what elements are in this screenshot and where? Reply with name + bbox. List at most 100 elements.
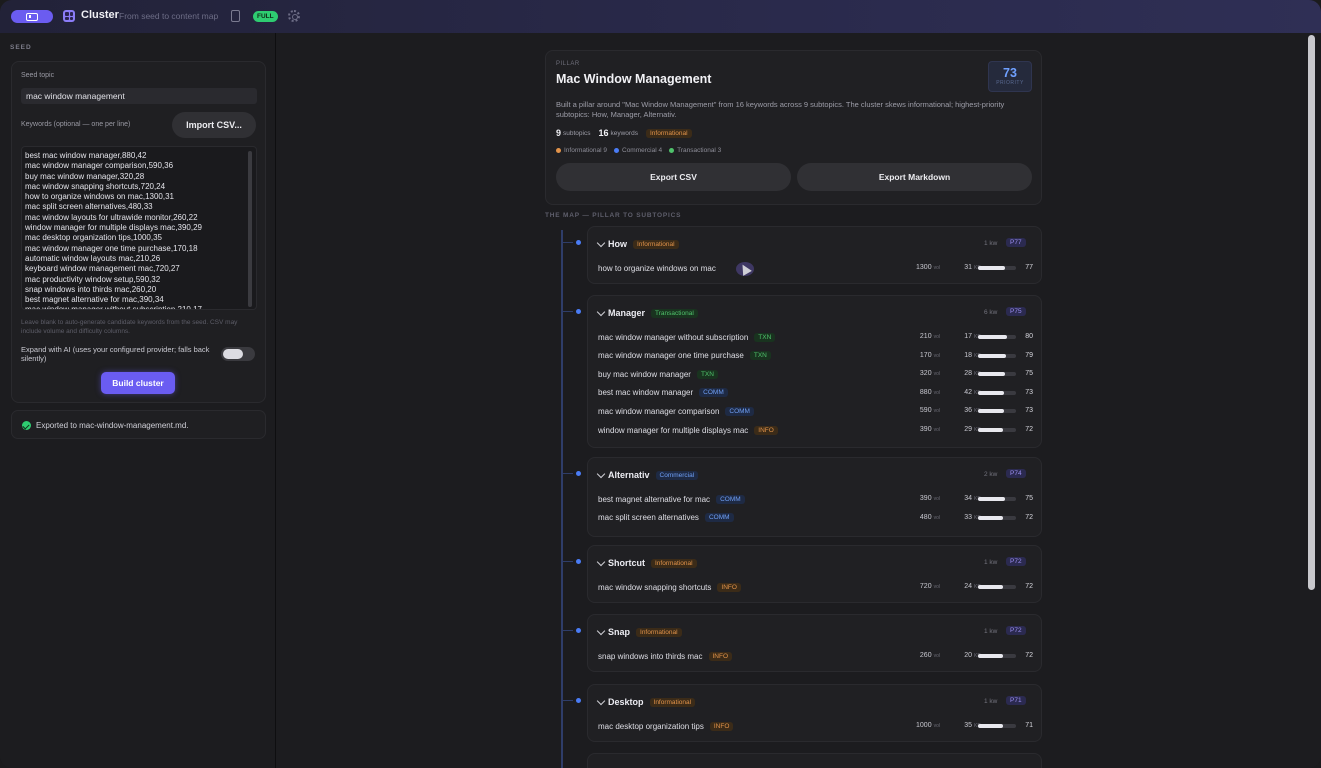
sidebar-toggle-button[interactable] <box>11 10 53 23</box>
keyword-row[interactable]: mac window manager one time purchase TXN 1… <box>598 350 1033 362</box>
build-cluster-button[interactable]: Build cluster <box>101 372 175 394</box>
subtopic-header[interactable]: Manager Transactional <box>596 307 698 318</box>
keyword-row[interactable]: best magnet alternative for mac COMM 390 vo… <box>598 493 1033 505</box>
subtopic-header[interactable]: Shortcut Informational <box>596 557 697 568</box>
chevron-down-icon[interactable] <box>596 307 606 316</box>
priority-badge: P77 <box>1006 238 1026 247</box>
keyword-line: best mac window manager,880,42 <box>25 151 147 160</box>
priority-label: PRIORITY <box>996 80 1024 86</box>
sidebar-icon <box>26 12 38 21</box>
chevron-down-icon[interactable] <box>596 469 606 478</box>
keyword-row[interactable]: best mac window managerCOMM880vol42KD73 <box>598 387 1033 399</box>
subtopic-header[interactable]: Desktop Informational <box>596 696 696 707</box>
pillar-title: Mac Window Management <box>556 72 712 86</box>
intent-badge: Informational <box>636 627 682 637</box>
chevron-down-icon[interactable] <box>596 626 606 635</box>
keyword-row[interactable]: mac window manager without subscription T… <box>598 331 1033 343</box>
subtopic-header[interactable]: How Informational <box>596 238 679 249</box>
main-content[interactable]: PILLAR Mac Window Management 73 PRIORITY… <box>277 33 1321 768</box>
pillar-description: Built a pillar around "Mac Window Manage… <box>556 100 1005 119</box>
keywords-textarea[interactable]: best mac window manager,880,42 mac window… <box>21 146 257 310</box>
chevron-down-icon[interactable] <box>596 238 606 247</box>
score-bar <box>978 428 1016 432</box>
keyword-count: 1 kw <box>984 240 998 247</box>
textarea-scrollbar[interactable] <box>248 151 252 307</box>
score-bar-fill <box>978 428 1004 432</box>
subtopic-header[interactable]: Alternativ Commercial <box>596 469 699 480</box>
keyword-metrics: 1000vol35KD71 <box>598 720 1033 732</box>
subtopic-name: Manager <box>608 308 646 318</box>
priority-badge: P74 <box>1006 469 1026 478</box>
pillar-stats: 9 subtopics 16 keywords Informational <box>556 128 692 138</box>
intent-badge: Informational <box>633 239 679 249</box>
map-node-dot <box>576 559 581 564</box>
expand-ai-toggle[interactable] <box>221 347 255 361</box>
map-node-dot <box>576 698 581 703</box>
app-subtitle: From seed to content map <box>119 11 219 21</box>
intent-badge: Commercial <box>655 470 699 480</box>
keyword-row[interactable]: window manager for multiple displays mac… <box>598 424 1033 436</box>
score-bar <box>978 497 1016 501</box>
intent-badge: Transactional <box>651 308 698 318</box>
map-connector <box>563 561 573 562</box>
score-value: 80 <box>1025 333 1033 340</box>
map-node-dot <box>576 628 581 633</box>
score-value: 72 <box>1025 426 1033 433</box>
map-node-dot <box>576 309 581 314</box>
subtopic-header[interactable]: Snap Informational <box>596 626 682 637</box>
keyword-row[interactable]: snap windows into thirds mac INFO 260 vol 20… <box>598 650 1033 662</box>
subtopic-card-shortcut: Shortcut Informational 1 kw P72 mac window s… <box>587 545 1042 603</box>
pillar-caption: PILLAR <box>556 61 580 67</box>
map-connector <box>563 242 573 243</box>
gear-icon[interactable] <box>288 10 300 22</box>
score-value: 75 <box>1025 495 1033 502</box>
keyword-row[interactable]: mac window snapping shortcuts INFO 720 vol 2… <box>598 581 1033 593</box>
keyword-row[interactable]: mac window manager comparison COMM 590 vol 3… <box>598 405 1033 417</box>
chevron-down-icon[interactable] <box>596 696 606 705</box>
score-bar-fill <box>978 724 1004 728</box>
volume-value: 1000 vol <box>916 722 940 729</box>
score-bar <box>978 335 1016 339</box>
keyword-metrics: 210vol17KD80 <box>598 331 1033 343</box>
map-connector <box>563 700 573 701</box>
keyword-line: keyboard window management mac,720,27 <box>25 264 180 274</box>
export-csv-button[interactable]: Export CSV <box>556 163 791 191</box>
keyword-line: buy mac window manager,320,28 <box>25 171 145 181</box>
main-scrollbar[interactable] <box>1308 35 1315 590</box>
keyword-row[interactable]: mac split screen alternatives COMM 480 vol 3… <box>598 512 1033 524</box>
export-markdown-button[interactable]: Export Markdown <box>797 163 1032 191</box>
subtopic-card-how: How Informational 1 kw P77 how to organize w… <box>587 226 1042 284</box>
keyword-line: mac window layouts for ultrawide monitor… <box>25 212 198 222</box>
score-value: 73 <box>1025 388 1033 396</box>
volume-value: 1300 vol <box>916 264 940 271</box>
map-connector <box>563 630 573 631</box>
priority-badge: P75 <box>1006 307 1026 316</box>
seed-topic-input[interactable]: mac window management <box>21 88 257 104</box>
subtopic-name: Desktop <box>608 697 644 707</box>
subtopics-count: 9 <box>556 128 562 138</box>
keyword-metrics: 720vol24KD72 <box>598 581 1033 593</box>
keyword-line: window manager for multiple displays mac… <box>25 223 202 233</box>
subtopic-card-desktop: Desktop Informational 1 kw P71 mac desktop o… <box>587 684 1042 742</box>
export-toast: Exported to mac-window-management.md. <box>11 410 266 439</box>
keyword-row[interactable]: how to organize windows on mac1300vol31K… <box>598 262 1033 274</box>
keyword-row[interactable]: buy mac window managerTXN320vol28KD75 <box>598 368 1033 380</box>
priority-badge: P72 <box>1006 626 1026 635</box>
keyword-metrics: 880vol42KD73 <box>598 387 1033 399</box>
legend-commercial: Commercial 4 <box>614 147 662 154</box>
intent-badge: Informational <box>651 558 697 568</box>
legend-transactional: Transactional 3 <box>669 147 721 154</box>
subtopic-name: Alternativ <box>608 470 650 480</box>
score-bar-fill <box>978 409 1004 414</box>
score-bar <box>978 724 1016 728</box>
chevron-down-icon[interactable] <box>596 557 606 566</box>
keyword-count: 2 kw <box>984 471 998 478</box>
keyword-metrics: 320vol28KD75 <box>598 368 1033 380</box>
mode-badge[interactable]: FULL <box>253 11 278 22</box>
seed-card: Seed topic mac window management Keyword… <box>11 61 266 403</box>
import-csv-button[interactable]: Import CSV... <box>172 112 256 138</box>
subtopics-label: subtopics <box>563 129 591 137</box>
volume-value: 210 vol <box>919 333 940 340</box>
document-icon[interactable] <box>231 10 240 22</box>
keyword-row[interactable]: mac desktop organization tips INFO 1000 vol… <box>598 720 1033 732</box>
